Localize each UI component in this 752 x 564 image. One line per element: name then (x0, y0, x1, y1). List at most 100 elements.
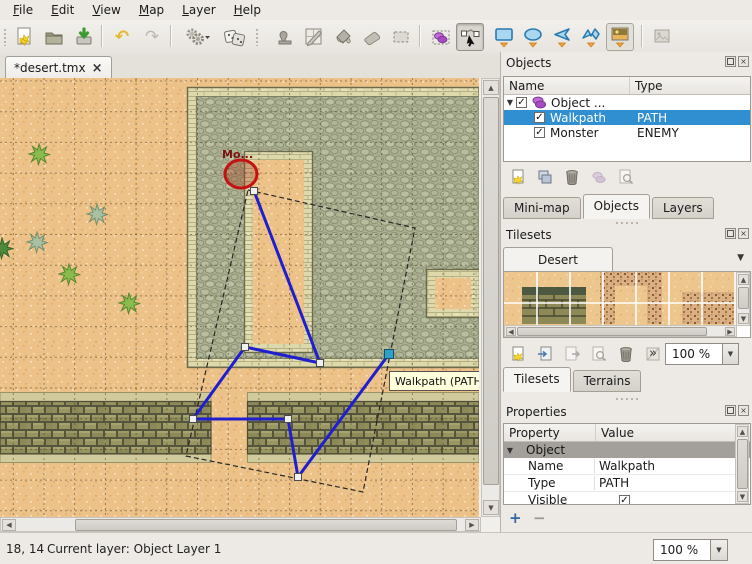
insert-ellipse-button[interactable] (519, 23, 547, 51)
tileset-image[interactable] (504, 272, 737, 326)
column-value[interactable]: Value (596, 424, 750, 441)
image-layer-button[interactable] (648, 23, 676, 51)
scroll-up-arrow[interactable]: ▲ (738, 274, 749, 285)
select-objects-button[interactable] (427, 23, 455, 51)
redo-button[interactable]: ↷ (138, 23, 166, 51)
new-file-button[interactable] (10, 23, 38, 51)
path-handle[interactable] (317, 360, 324, 367)
scroll-right-arrow[interactable]: ▶ (465, 519, 479, 531)
tileset-dropdown-icon[interactable]: ▼ (737, 253, 744, 263)
tileset-rock-tile[interactable] (682, 292, 737, 324)
new-object-button[interactable] (506, 165, 530, 189)
save-button[interactable] (70, 23, 98, 51)
insert-rectangle-button[interactable] (490, 23, 518, 51)
expand-arrow-icon[interactable]: ▼ (504, 98, 516, 107)
stamp-brush-button[interactable] (271, 23, 299, 51)
column-name[interactable]: Name (504, 77, 630, 94)
insert-polygon-button[interactable] (548, 23, 576, 51)
scroll-right-arrow[interactable]: ▶ (725, 327, 735, 336)
tileset-hscrollbar[interactable]: ◀ ▶ (504, 325, 737, 337)
tab-desert-tmx[interactable]: *desert.tmx × (5, 56, 112, 79)
undo-button[interactable]: ↶ (108, 23, 136, 51)
menu-edit[interactable]: Edit (42, 1, 83, 19)
terrain-brush-button[interactable] (300, 23, 328, 51)
map-zoom-dropdown[interactable]: ▼ (710, 539, 728, 561)
property-value[interactable]: Walkpath (594, 459, 655, 473)
tileset-zoom-dropdown[interactable]: ▼ (722, 343, 739, 365)
path-handle[interactable] (285, 416, 292, 423)
walkpath-row[interactable]: ✓ Walkpath PATH (504, 110, 750, 125)
dock-splitter[interactable] (501, 396, 752, 402)
insert-polyline-button[interactable] (577, 23, 605, 51)
canvas-hscrollbar[interactable]: ◀ ▶ (0, 517, 481, 532)
scroll-down-arrow[interactable]: ▼ (483, 500, 499, 515)
property-row-visible[interactable]: Visible ✓ (504, 492, 750, 505)
insert-tile-button[interactable] (606, 23, 634, 51)
property-row-name[interactable]: Name Walkpath (504, 458, 750, 475)
visible-value-checkbox[interactable]: ✓ (619, 495, 630, 506)
menu-view[interactable]: View (83, 1, 129, 19)
tileset-well-tile[interactable] (522, 287, 586, 324)
scroll-down-arrow[interactable]: ▼ (738, 313, 749, 324)
menu-help[interactable]: Help (225, 1, 270, 19)
toolbar-grip[interactable] (3, 28, 7, 46)
menu-layer[interactable]: Layer (173, 1, 224, 19)
hscroll-thumb[interactable] (517, 327, 707, 336)
toolbar-overflow-icon[interactable]: » (649, 346, 657, 361)
tab-layers[interactable]: Layers (652, 197, 714, 219)
path-handle[interactable] (251, 188, 258, 195)
map-canvas[interactable]: Mo... Walkpath (PATH) (0, 78, 481, 517)
tab-close-icon[interactable]: × (92, 62, 103, 75)
visibility-checkbox[interactable]: ✓ (534, 127, 545, 138)
canvas-vscrollbar[interactable]: ▲ ▼ (481, 78, 500, 517)
toolbar-grip[interactable] (255, 28, 259, 46)
bucket-fill-button[interactable] (329, 23, 357, 51)
property-value[interactable]: PATH (594, 476, 629, 490)
properties-vscrollbar[interactable]: ▲ ▼ (735, 424, 749, 504)
close-panel-icon[interactable]: × (738, 228, 749, 239)
tileset-tab-desert[interactable]: Desert (503, 247, 613, 271)
float-panel-icon[interactable] (725, 228, 736, 239)
property-row-type[interactable]: Type PATH (504, 475, 750, 492)
export-tileset-button[interactable] (560, 342, 584, 366)
commands-button[interactable] (180, 23, 216, 51)
tab-minimap[interactable]: Mini-map (503, 197, 581, 219)
duplicate-object-button[interactable] (533, 165, 557, 189)
column-property[interactable]: Property (504, 424, 596, 441)
path-handle[interactable] (190, 416, 197, 423)
tileset-vscrollbar[interactable]: ▲ ▼ (736, 272, 750, 326)
tab-tilesets[interactable]: Tilesets (503, 367, 571, 392)
rect-select-button[interactable] (387, 23, 415, 51)
tileset-zoom-combo[interactable]: 100 % (665, 343, 723, 365)
open-file-button[interactable] (40, 23, 68, 51)
monster-row[interactable]: ✓ Monster ENEMY (504, 125, 750, 140)
path-handle-selected[interactable] (385, 350, 394, 359)
close-panel-icon[interactable]: × (738, 56, 749, 67)
map-zoom-combo[interactable]: 100 % (653, 539, 711, 561)
remove-object-button[interactable] (560, 165, 584, 189)
float-panel-icon[interactable] (725, 56, 736, 67)
tileset-rock-tile[interactable] (647, 284, 662, 324)
object-properties-button[interactable] (614, 165, 638, 189)
vscroll-thumb[interactable] (483, 97, 499, 485)
dock-splitter[interactable] (501, 220, 752, 226)
path-handle[interactable] (295, 474, 302, 481)
remove-property-button[interactable]: − (533, 509, 546, 527)
add-property-button[interactable]: + (509, 509, 522, 527)
expand-arrow-icon[interactable]: ▼ (504, 446, 516, 455)
close-panel-icon[interactable]: × (738, 405, 749, 416)
tileset-properties-button[interactable] (587, 342, 611, 366)
property-group-row[interactable]: ▼ Object (504, 442, 750, 458)
menu-file[interactable]: File (4, 1, 42, 19)
visibility-checkbox[interactable]: ✓ (516, 97, 527, 108)
import-tileset-button[interactable] (533, 342, 557, 366)
hscroll-thumb[interactable] (75, 519, 457, 531)
scroll-down-arrow[interactable]: ▼ (737, 491, 748, 502)
tab-objects[interactable]: Objects (583, 194, 650, 219)
vscroll-thumb[interactable] (737, 439, 748, 489)
scroll-up-arrow[interactable]: ▲ (483, 80, 499, 95)
path-handle[interactable] (242, 344, 249, 351)
object-layer-row[interactable]: ▼ ✓ Object ... (504, 95, 750, 110)
remove-tileset-button[interactable] (614, 342, 638, 366)
new-tileset-button[interactable] (506, 342, 530, 366)
